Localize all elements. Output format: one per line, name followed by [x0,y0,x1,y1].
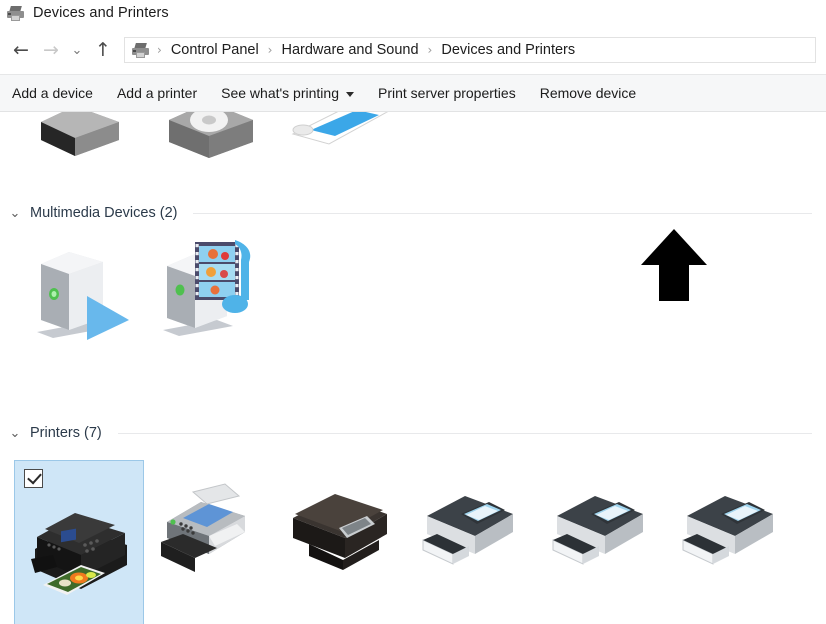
breadcrumb-devices-and-printers[interactable]: Devices and Printers [436,40,580,60]
device-list-content[interactable]: ⌄ Multimedia Devices (2) ⌄ Printers (7) [0,112,826,624]
group-separator-rule [193,212,812,214]
caret-down-icon [345,91,354,97]
printers-row [0,460,826,624]
blue-white-device-icon [283,112,395,168]
breadcrumb-separator: › [267,43,273,57]
window-titlebar: Devices and Printers [0,0,826,26]
remove-device-button[interactable]: Remove device [528,78,649,108]
add-a-printer-button[interactable]: Add a printer [105,78,209,108]
list-item[interactable] [144,460,274,588]
breadcrumb-hardware-and-sound[interactable]: Hardware and Sound [276,40,423,60]
group-header-multimedia-devices[interactable]: ⌄ Multimedia Devices (2) [0,200,826,226]
up-icon[interactable]: ↑ [88,35,118,65]
breadcrumb-control-panel[interactable]: Control Panel [166,40,264,60]
address-bar[interactable]: › Control Panel › Hardware and Sound › D… [124,37,816,63]
window-title: Devices and Printers [33,5,169,21]
see-whats-printing-button[interactable]: See what's printing [209,78,366,108]
add-a-printer-label: Add a printer [116,85,198,101]
navigation-bar: ← → ⌄ ↑ › Control Panel › Hardware and S… [0,26,826,74]
fax-multifunction-printer-icon [153,470,265,578]
cropped-device-row [14,112,404,178]
devices-printers-icon [6,5,26,22]
devices-and-printers-window: Devices and Printers ← → ⌄ ↑ › Control P… [0,0,826,624]
list-item[interactable] [274,460,404,588]
flatbed-allinone-printer-icon [283,470,395,578]
generic-printer-icon [413,470,525,578]
device-checkbox[interactable] [24,469,43,488]
list-item[interactable] [274,112,404,178]
inkjet-photo-printer-icon [23,497,135,605]
breadcrumb-separator: › [427,43,433,57]
address-devices-printers-icon [131,42,149,58]
check-icon [26,469,42,485]
list-item-selected-printer[interactable] [14,460,144,624]
add-a-device-label: Add a device [12,85,93,101]
remove-device-label: Remove device [539,85,637,101]
group-separator-rule [117,432,812,434]
multimedia-devices-row [0,226,826,354]
group-title-multimedia-devices: Multimedia Devices (2) [30,205,178,221]
forward-icon[interactable]: → [36,35,66,65]
chevron-down-icon[interactable]: ⌄ [8,206,22,221]
generic-printer-icon [543,470,655,578]
list-item[interactable] [534,460,664,588]
list-item[interactable] [14,112,144,178]
add-a-device-button[interactable]: Add a device [0,78,105,108]
see-whats-printing-label: See what's printing [221,85,339,101]
print-server-properties-button[interactable]: Print server properties [366,78,528,108]
chevron-down-icon[interactable]: ⌄ [8,426,22,441]
chevron-down-icon[interactable]: ⌄ [66,35,88,65]
group-title-printers: Printers (7) [30,425,102,441]
gray-disc-device-icon [153,112,265,168]
command-toolbar: Add a device Add a printer See what's pr… [0,74,826,112]
dark-box-device-icon [23,112,135,168]
group-header-printers[interactable]: ⌄ Printers (7) [0,420,826,446]
print-server-properties-label: Print server properties [377,85,516,101]
list-item[interactable] [664,460,794,588]
list-item[interactable] [144,112,274,178]
list-item[interactable] [144,226,274,354]
list-item[interactable] [14,226,144,354]
generic-printer-icon [673,470,785,578]
back-icon[interactable]: ← [6,35,36,65]
list-item[interactable] [404,460,534,588]
media-server-tower-icon [153,236,265,344]
media-renderer-tower-icon [23,236,135,344]
breadcrumb-separator: › [157,43,162,57]
